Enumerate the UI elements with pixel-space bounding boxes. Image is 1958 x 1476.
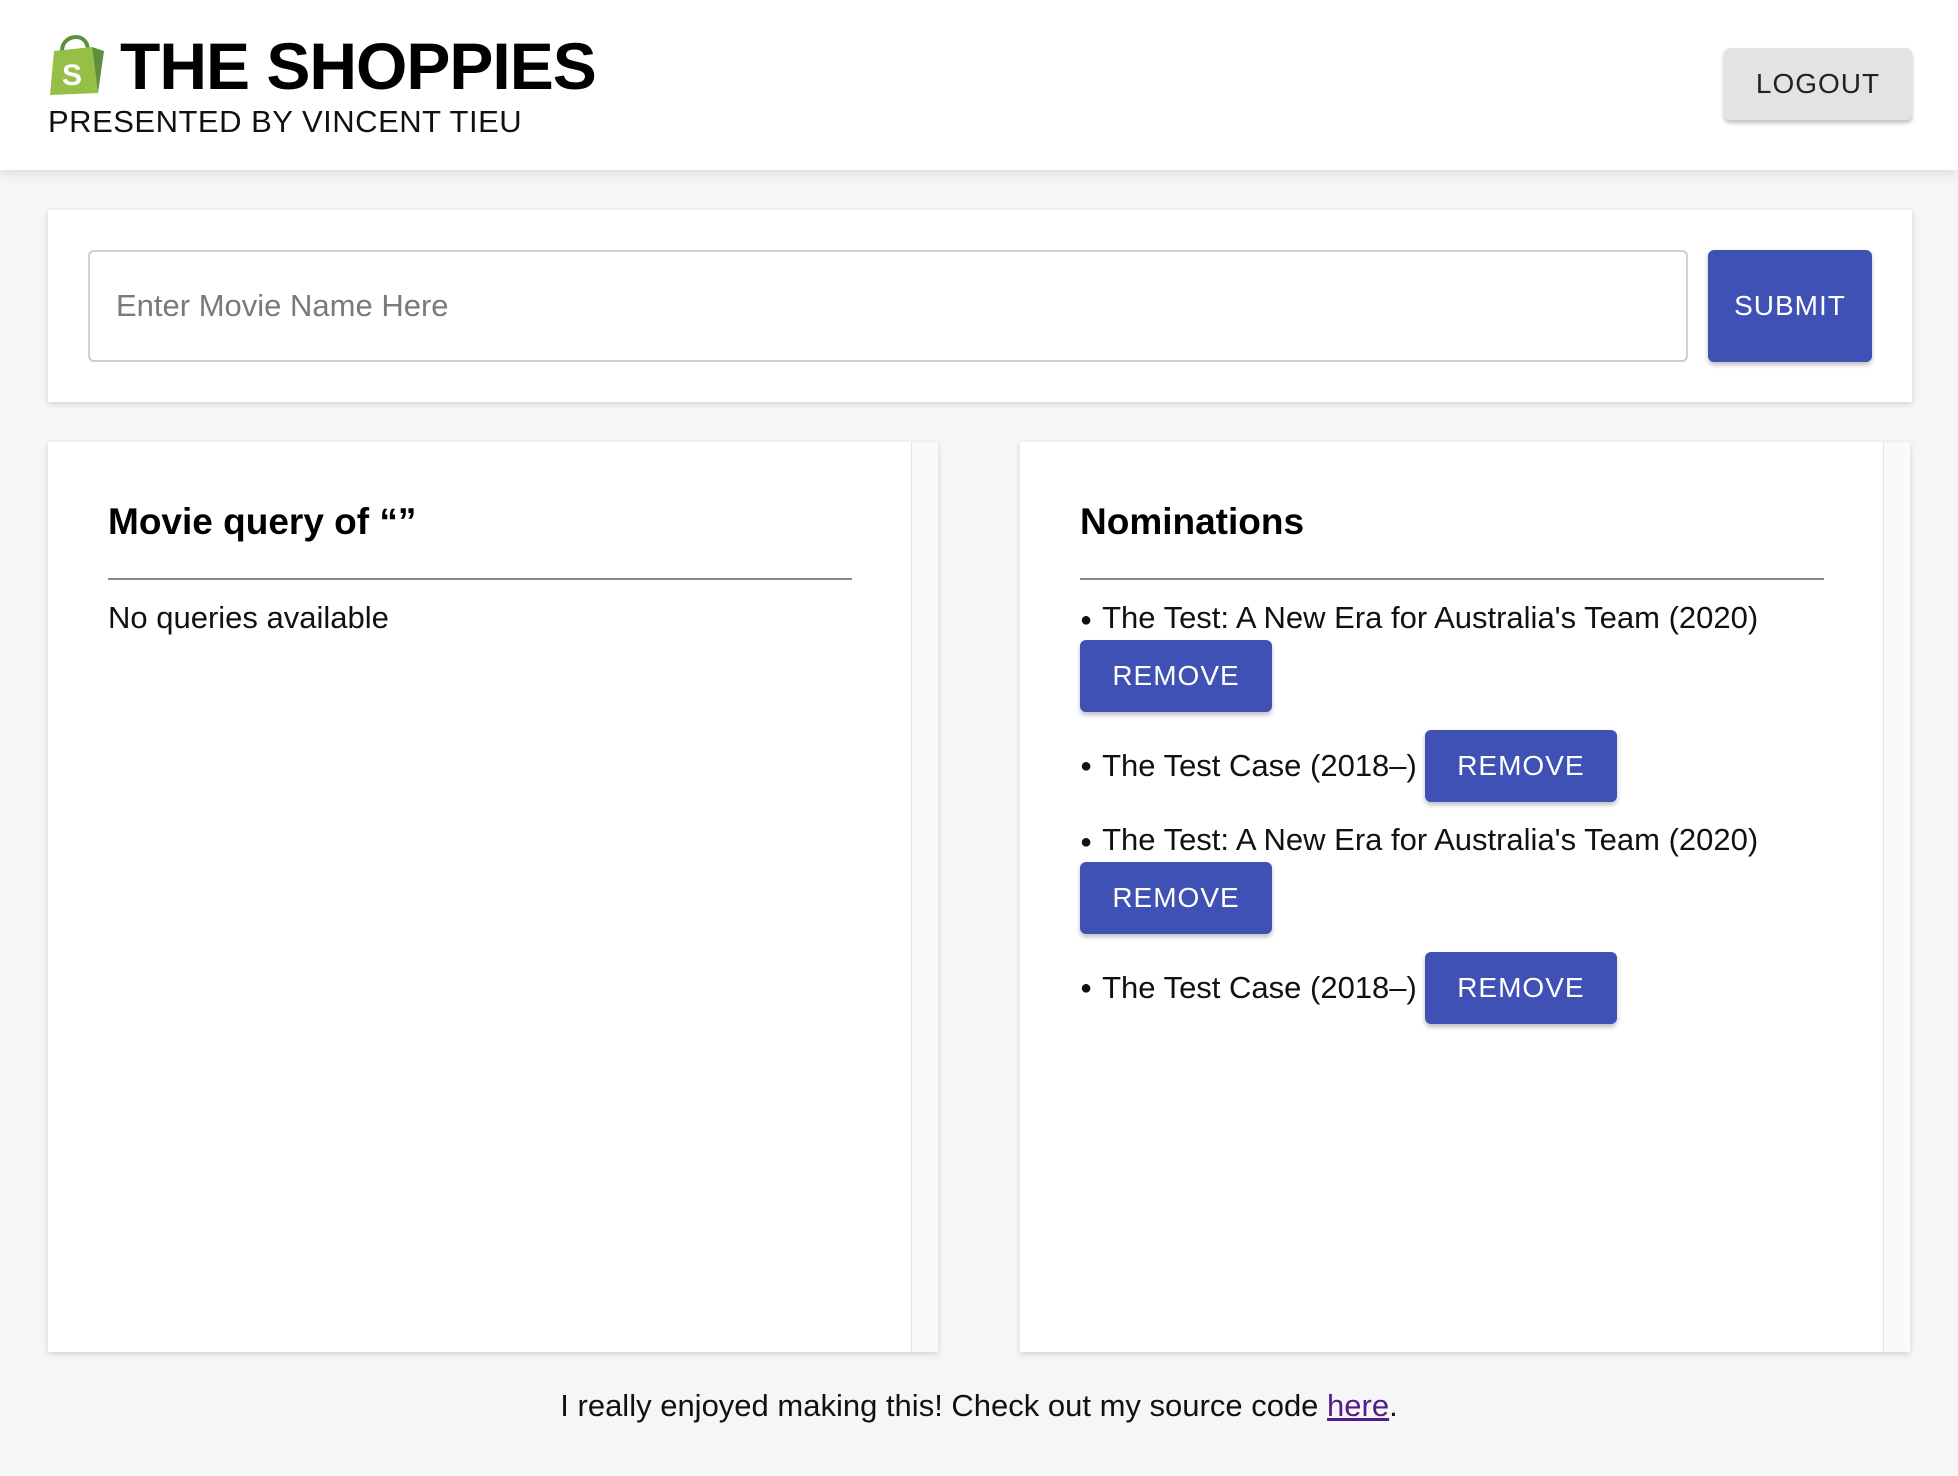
remove-nomination-button[interactable]: REMOVE	[1424, 729, 1617, 802]
app-header: S THE SHOPPIES PRESENTED BY VINCENT TIEU…	[0, 0, 1958, 170]
results-title: Movie query of “”	[108, 501, 417, 542]
source-code-link[interactable]: here	[1327, 1388, 1389, 1423]
nominations-list: ● The Test: A New Era for Australia's Tea…	[1080, 598, 1824, 1024]
nominations-panel: Nominations ● The Test: A New Era for Aus…	[1020, 442, 1910, 1352]
brand: S THE SHOPPIES PRESENTED BY VINCENT TIEU	[48, 28, 597, 140]
results-empty-text: No queries available	[108, 600, 389, 635]
bullet-icon: ●	[1080, 608, 1093, 631]
nomination-item: ● The Test: A New Era for Australia's Tea…	[1080, 820, 1824, 934]
svg-text:S: S	[62, 59, 82, 92]
results-panel-content: Movie query of “” No queries available	[108, 498, 852, 638]
app-title: THE SHOPPIES	[120, 29, 597, 103]
bullet-icon: ●	[1080, 830, 1093, 853]
results-scrollbar[interactable]	[911, 442, 938, 1352]
nomination-item: ● The Test Case (2018–) REMOVE	[1080, 951, 1824, 1024]
nominations-divider	[1080, 578, 1824, 580]
remove-nomination-button[interactable]: REMOVE	[1424, 951, 1617, 1024]
logout-button[interactable]: LOGOUT	[1724, 48, 1912, 120]
nomination-title: The Test Case (2018–)	[1102, 747, 1417, 783]
remove-nomination-button[interactable]: REMOVE	[1080, 639, 1272, 712]
nomination-item: ● The Test: A New Era for Australia's Tea…	[1080, 598, 1824, 712]
remove-nomination-button[interactable]: REMOVE	[1080, 861, 1272, 934]
results-panel: Movie query of “” No queries available	[48, 442, 938, 1352]
shopify-bag-icon: S	[50, 35, 104, 95]
bullet-icon: ●	[1080, 976, 1093, 999]
movie-search-input[interactable]	[88, 250, 1688, 362]
nomination-title: The Test: A New Era for Australia's Team…	[1102, 600, 1759, 635]
results-divider	[108, 578, 852, 580]
footer-period: .	[1389, 1388, 1398, 1423]
nomination-item: ● The Test Case (2018–) REMOVE	[1080, 729, 1824, 802]
brand-row: S THE SHOPPIES	[48, 28, 597, 104]
nomination-title: The Test: A New Era for Australia's Team…	[1102, 821, 1759, 857]
nominations-panel-content: Nominations ● The Test: A New Era for Aus…	[1080, 498, 1824, 1042]
nominations-scrollbar[interactable]	[1883, 442, 1910, 1352]
footer-text: I really enjoyed making this! Check out …	[560, 1388, 1328, 1423]
submit-button[interactable]: SUBMIT	[1708, 250, 1872, 362]
app-subtitle: PRESENTED BY VINCENT TIEU	[48, 104, 523, 139]
nominations-title: Nominations	[1080, 501, 1305, 542]
nomination-title: The Test Case (2018–)	[1102, 969, 1417, 1005]
search-card: SUBMIT	[48, 210, 1912, 402]
footer: I really enjoyed making this! Check out …	[0, 1388, 1958, 1424]
bullet-icon: ●	[1080, 754, 1093, 777]
